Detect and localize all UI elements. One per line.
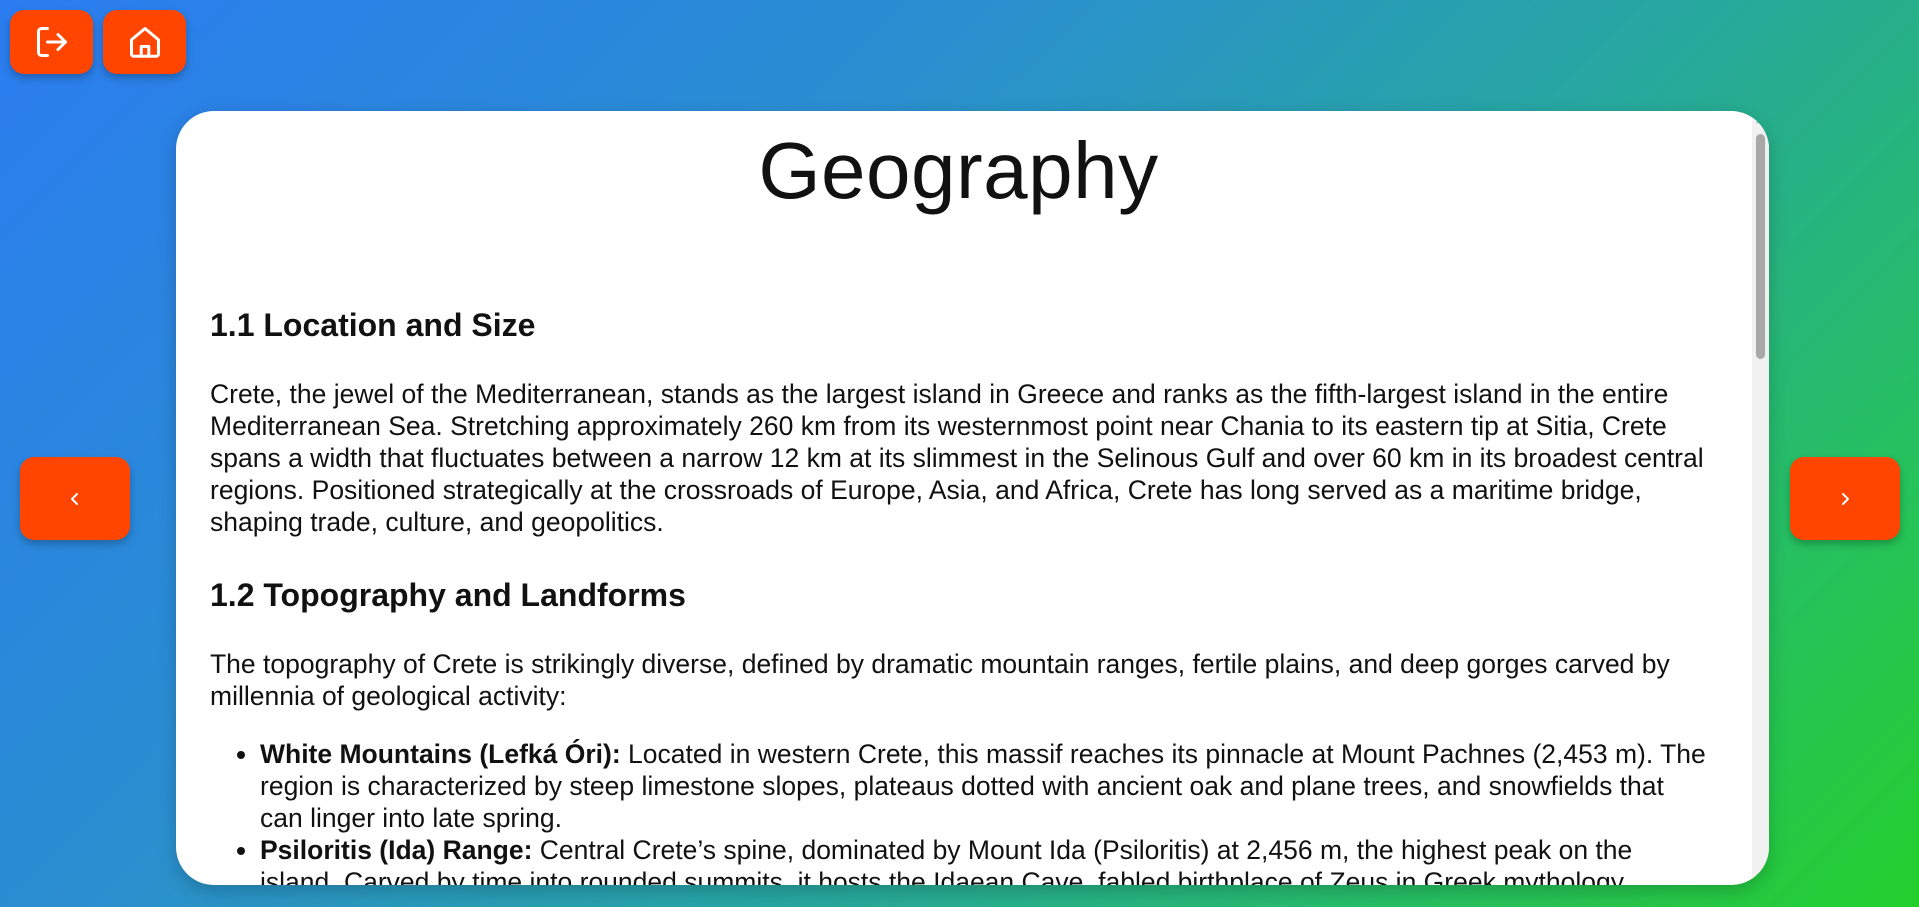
- scroll-up-arrow[interactable]: [1752, 111, 1769, 128]
- section-heading-location: 1.1 Location and Size: [210, 307, 536, 343]
- topography-list: White Mountains (Lefká Óri): Located in …: [210, 738, 1707, 885]
- list-item: White Mountains (Lefká Óri): Located in …: [260, 738, 1707, 834]
- vertical-scrollbar[interactable]: [1752, 111, 1769, 885]
- previous-page-button[interactable]: [20, 457, 130, 540]
- logout-icon: [36, 27, 67, 57]
- chevron-left-icon: [71, 492, 78, 505]
- content-scroll-area[interactable]: Geography 1.1 Location and Size Crete, t…: [176, 111, 1752, 885]
- triangle-up-icon: [1756, 116, 1765, 123]
- scroll-down-arrow[interactable]: [1752, 868, 1769, 885]
- home-icon: [129, 27, 160, 58]
- list-item-term: White Mountains (Lefká Óri):: [260, 739, 621, 769]
- list-item-term: Psiloritis (Ida) Range:: [260, 835, 533, 865]
- next-page-button[interactable]: [1790, 457, 1900, 540]
- logout-button[interactable]: [10, 10, 93, 74]
- home-button[interactable]: [103, 10, 186, 74]
- section-paragraph-topography: The topography of Crete is strikingly di…: [210, 649, 1670, 711]
- list-item: Psiloritis (Ida) Range: Central Crete’s …: [260, 834, 1707, 885]
- scrollbar-thumb[interactable]: [1756, 134, 1765, 359]
- page-title: Geography: [758, 126, 1159, 215]
- section-paragraph-location: Crete, the jewel of the Mediterranean, s…: [210, 379, 1704, 537]
- content-card: Geography 1.1 Location and Size Crete, t…: [176, 111, 1769, 885]
- triangle-down-icon: [1756, 873, 1765, 880]
- section-heading-topography: 1.2 Topography and Landforms: [210, 577, 686, 613]
- chevron-right-icon: [1842, 492, 1849, 505]
